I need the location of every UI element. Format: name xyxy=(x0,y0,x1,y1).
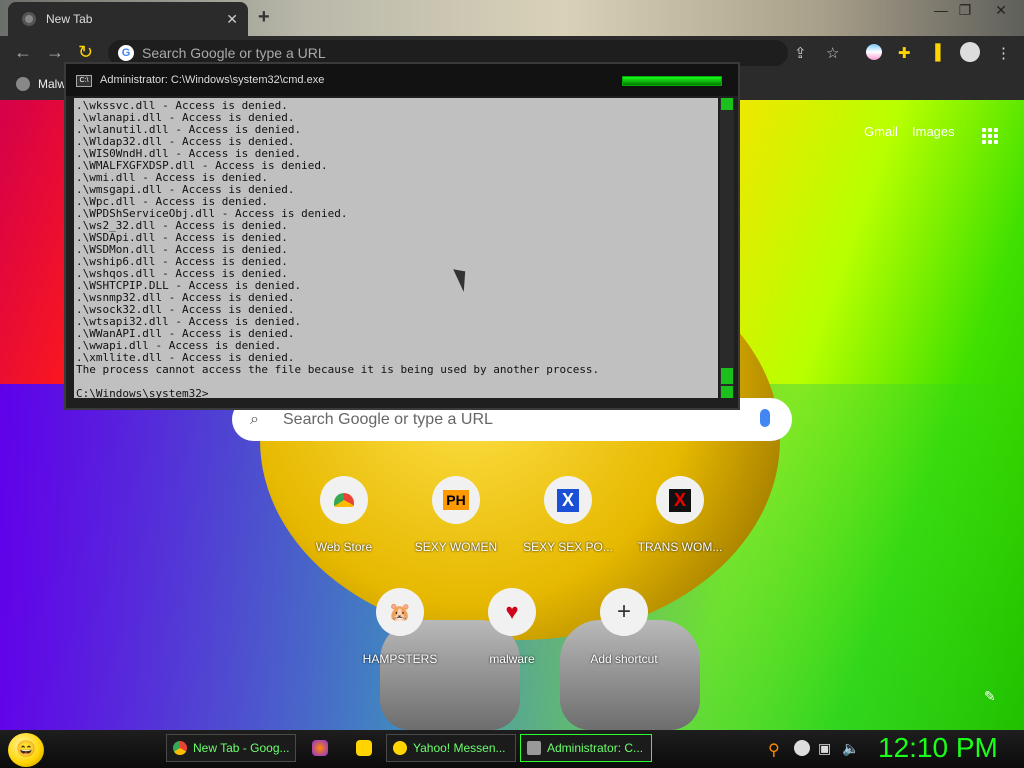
plus-icon: + xyxy=(600,588,648,636)
desktop: New Tab ✕ + — ❐ ✕ ← → ↻ G Search Google … xyxy=(0,0,1024,768)
shortcut-trans-wom[interactable]: X TRANS WOM... xyxy=(624,476,736,576)
file-explorer-icon[interactable] xyxy=(356,740,372,756)
search-icon[interactable]: ⚲ xyxy=(768,740,784,759)
tray-status-icon[interactable] xyxy=(794,740,810,756)
shortcut-label: TRANS WOM... xyxy=(637,540,723,554)
chrome-icon xyxy=(22,12,36,26)
shortcut-hampsters[interactable]: 🐹 HAMPSTERS xyxy=(344,588,456,688)
cmd-title-bar[interactable]: C:\ Administrator: C:\Windows\system32\c… xyxy=(66,64,738,96)
shortcut-label: Web Store xyxy=(315,540,373,554)
shortcut-label: SEXY WOMEN xyxy=(414,540,498,554)
browser-tab-strip: New Tab ✕ + — ❐ ✕ xyxy=(0,0,1024,36)
share-icon[interactable]: ⇪ xyxy=(794,44,807,62)
images-link[interactable]: Images xyxy=(912,124,955,139)
more-menu-icon[interactable]: ⋮ xyxy=(996,44,1011,62)
reload-icon[interactable]: ↻ xyxy=(78,42,93,63)
tab-title: New Tab xyxy=(46,12,93,26)
extensions-puzzle-icon[interactable]: ✚ xyxy=(898,44,911,62)
console-line: C:\Windows\system32>_ xyxy=(76,387,216,399)
heart-icon: ♥ xyxy=(488,588,536,636)
cmd-icon: C:\ xyxy=(76,75,92,87)
shortcut-sexy-sex-po[interactable]: X SEXY SEX PO... xyxy=(512,476,624,576)
shortcut-sexy-women[interactable]: PH SEXY WOMEN xyxy=(400,476,512,576)
back-icon[interactable]: ← xyxy=(14,42,32,63)
scroll-thumb[interactable] xyxy=(721,368,733,384)
restore-icon[interactable]: ❐ xyxy=(954,2,976,20)
search-placeholder: Search Google or type a URL xyxy=(283,411,493,428)
console-line: The process cannot access the file becau… xyxy=(76,363,600,376)
cmd-console-output[interactable]: .\wkssvc.dll - Access is denied. .\wlanap… xyxy=(74,98,718,398)
network-icon[interactable]: ▣ xyxy=(818,740,834,756)
extension-flag-icon[interactable] xyxy=(866,44,882,60)
ph-icon: PH xyxy=(432,476,480,524)
start-button[interactable]: 😄 xyxy=(8,733,44,767)
minimize-icon[interactable]: — xyxy=(930,2,952,20)
scroll-up-icon[interactable] xyxy=(721,98,733,110)
taskbar-item-yahoo[interactable]: Yahoo! Messen... xyxy=(386,734,516,762)
bookmark-favicon-icon xyxy=(16,77,30,91)
cmd-window[interactable]: C:\ Administrator: C:\Windows\system32\c… xyxy=(64,62,740,410)
gmail-link[interactable]: Gmail xyxy=(864,124,898,139)
add-shortcut-button[interactable]: + Add shortcut xyxy=(568,588,680,688)
profile-avatar-icon[interactable] xyxy=(960,42,980,62)
microphone-icon[interactable] xyxy=(760,409,770,427)
shortcut-web-store[interactable]: Web Store xyxy=(288,476,400,576)
taskbar-item-cmd[interactable]: Administrator: C... xyxy=(520,734,652,762)
browser-tab[interactable]: New Tab ✕ xyxy=(8,2,248,36)
shortcut-label: SEXY SEX PO... xyxy=(523,540,613,554)
x-icon: X xyxy=(544,476,592,524)
hamster-icon: 🐹 xyxy=(376,588,424,636)
x-icon: X xyxy=(656,476,704,524)
clock[interactable]: 12:10 PM xyxy=(878,732,998,764)
shortcut-label: Add shortcut xyxy=(590,652,658,666)
bookmark-item[interactable]: Malw xyxy=(38,77,66,91)
close-window-icon[interactable]: ✕ xyxy=(990,2,1012,20)
cmd-icon xyxy=(527,741,541,755)
shortcut-label: HAMPSTERS xyxy=(362,652,438,666)
firefox-icon[interactable] xyxy=(312,740,328,756)
shortcut-label: malware xyxy=(489,652,535,666)
taskbar-item-chrome[interactable]: New Tab - Goog... xyxy=(166,734,296,762)
bookmark-star-icon[interactable]: ☆ xyxy=(826,44,839,62)
google-icon: G xyxy=(118,45,134,61)
cmd-scrollbar[interactable] xyxy=(720,98,734,398)
new-tab-button[interactable]: + xyxy=(258,6,270,29)
window-controls[interactable] xyxy=(622,76,722,86)
address-placeholder: Search Google or type a URL xyxy=(142,45,326,61)
chrome-icon xyxy=(173,741,187,755)
cmd-title-text: Administrator: C:\Windows\system32\cmd.e… xyxy=(100,74,325,86)
side-panel-icon[interactable]: ▐ xyxy=(930,44,941,61)
chrome-webstore-icon xyxy=(320,476,368,524)
forward-icon[interactable]: → xyxy=(46,42,64,63)
customize-pencil-icon[interactable]: ✎ xyxy=(984,688,996,705)
scroll-down-icon[interactable] xyxy=(721,386,733,398)
close-tab-icon[interactable]: ✕ xyxy=(226,11,238,28)
volume-icon[interactable]: 🔈 xyxy=(842,740,859,756)
shortcut-malware[interactable]: ♥ malware xyxy=(456,588,568,688)
yahoo-messenger-icon xyxy=(393,741,407,755)
apps-grid-icon[interactable] xyxy=(982,128,998,144)
